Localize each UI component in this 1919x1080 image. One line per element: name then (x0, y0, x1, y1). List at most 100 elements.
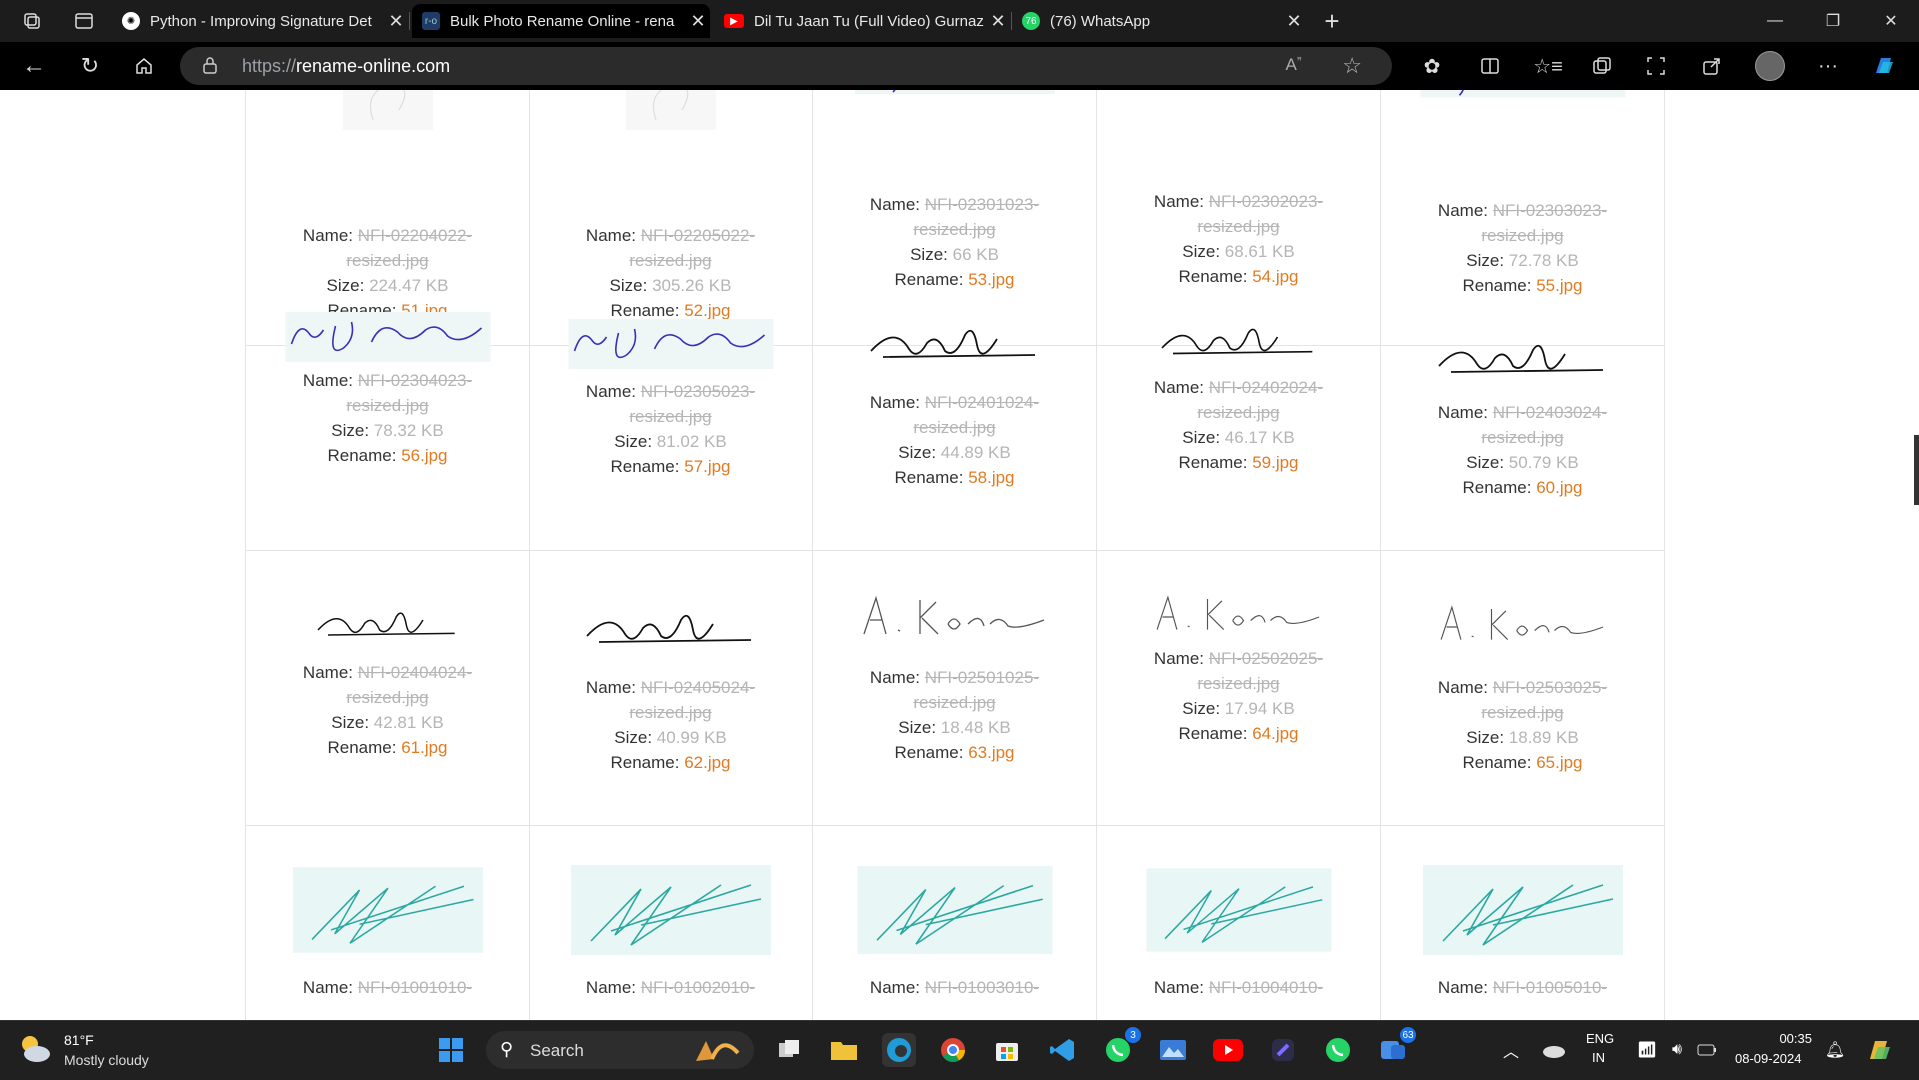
close-tab-icon[interactable]: ✕ (384, 11, 408, 32)
original-filename-cont: resized.jpg (346, 396, 429, 415)
notification-bell-icon[interactable]: 🔔︎ (1818, 1033, 1852, 1067)
original-filename: NFI-01001010- (357, 978, 473, 997)
file-size: 42.81 KB (373, 713, 444, 732)
start-button[interactable] (434, 1033, 468, 1067)
original-filename-cont: resized.jpg (1197, 217, 1280, 236)
lang-2[interactable]: IN (1592, 1050, 1605, 1065)
original-filename-cont: resized.jpg (913, 418, 996, 437)
teams-icon[interactable]: 63 (1376, 1027, 1416, 1067)
workspaces-icon[interactable] (14, 3, 50, 39)
clock-time[interactable]: 00:35 (1762, 1031, 1812, 1046)
vertical-tabs-icon[interactable] (66, 3, 102, 39)
original-filename: NFI-01002010- (640, 978, 756, 997)
file-card: Name: NFI-02404024- resized.jpg Size: 42.8… (245, 550, 530, 826)
signature-thumbnail (854, 90, 1055, 99)
file-card: Name: NFI-02501025- resized.jpg Size: 18.4… (813, 550, 1097, 826)
weather-widget[interactable] (18, 1033, 52, 1070)
wifi-icon[interactable]: 📶︎ (1630, 1033, 1664, 1067)
file-explorer-icon[interactable] (827, 1033, 861, 1067)
file-card: Name: NFI-02503025- resized.jpg Size: 18.8… (1381, 550, 1665, 826)
signature-thumbnail (857, 865, 1052, 960)
profile-avatar[interactable] (1752, 48, 1788, 84)
extensions-icon[interactable]: ✿ (1414, 48, 1450, 84)
whatsapp-taskbar-icon[interactable]: 3 (1101, 1027, 1141, 1067)
original-filename: NFI-02301023- (924, 195, 1040, 214)
task-view-icon[interactable] (772, 1033, 806, 1067)
favorites-icon[interactable]: ☆≡ (1530, 48, 1566, 84)
signature-thumbnail (1428, 600, 1618, 650)
show-hidden-icons[interactable]: ︿ (1494, 1033, 1528, 1067)
favorite-star-icon[interactable]: ☆ (1342, 53, 1362, 79)
photos-icon[interactable] (1156, 1033, 1190, 1067)
cloudy-moon-icon (22, 1036, 50, 1062)
signature-thumbnail (285, 312, 490, 367)
original-filename: NFI-02503025- (1492, 678, 1608, 697)
file-card: Name: NFI-01005010- (1381, 825, 1665, 1020)
lang-1[interactable]: ENG (1586, 1031, 1614, 1046)
collections-icon[interactable] (1584, 48, 1620, 84)
close-tab-icon[interactable]: ✕ (1282, 11, 1306, 32)
original-filename-cont: resized.jpg (913, 693, 996, 712)
taskbar: 81°F Mostly cloudy ⚲ Search 3 63 ︿ ENG I… (0, 1020, 1919, 1080)
file-meta: Name: NFI-01004010- (1153, 978, 1324, 997)
lock-icon[interactable] (202, 56, 218, 79)
new-filename: 60.jpg (1536, 478, 1583, 497)
search-label: Search (530, 1041, 584, 1060)
proton-vpn-icon[interactable] (1266, 1033, 1300, 1067)
back-icon[interactable]: ← (16, 48, 52, 84)
search-icon: ⚲ (500, 1039, 514, 1059)
taskbar-search[interactable]: ⚲ Search (486, 1031, 754, 1069)
chrome-icon[interactable] (936, 1033, 970, 1067)
new-tab-button[interactable]: + (1314, 3, 1350, 39)
file-size: 18.48 KB (940, 718, 1011, 737)
scrollbar-thumb[interactable] (1914, 435, 1919, 505)
file-card: Name: NFI-02405024- resized.jpg Size: 40.9… (529, 550, 813, 826)
home-icon[interactable] (126, 48, 162, 84)
new-filename: 62.jpg (684, 753, 731, 772)
volume-icon[interactable]: 🔊︎ (1660, 1033, 1694, 1067)
read-aloud-icon[interactable]: Aꟸ (1285, 55, 1302, 75)
tab-whatsapp[interactable]: 76 (76) WhatsApp ✕ (1012, 4, 1306, 38)
address-bar[interactable]: https://rename-online.com Aꟸ ☆ (180, 47, 1392, 85)
close-window-button[interactable]: ✕ (1862, 0, 1919, 42)
original-filename-cont: resized.jpg (629, 703, 712, 722)
split-screen-icon[interactable] (1472, 48, 1508, 84)
minimize-button[interactable]: — (1746, 0, 1804, 42)
whatsapp-icon: 76 (1022, 12, 1040, 30)
file-size: 81.02 KB (656, 432, 727, 451)
whatsapp-badge: 3 (1125, 1027, 1141, 1043)
onedrive-icon[interactable] (1536, 1033, 1570, 1067)
edge-icon[interactable] (882, 1033, 916, 1067)
refresh-icon[interactable]: ↻ (72, 48, 108, 84)
battery-icon[interactable] (1690, 1033, 1724, 1067)
close-tab-icon[interactable]: ✕ (686, 11, 710, 32)
youtube-taskbar-icon[interactable] (1211, 1033, 1245, 1067)
file-meta: Name: NFI-02304023- resized.jpg Size: 78.3… (302, 371, 473, 465)
file-card: Name: NFI-01002010- (529, 825, 813, 1020)
file-card: Name: NFI-02502025- resized.jpg Size: 17.9… (1097, 550, 1381, 826)
tab-title: Python - Improving Signature Det (150, 12, 372, 30)
tab-rename-online[interactable]: r-o Bulk Photo Rename Online - rena ✕ (412, 4, 710, 38)
signature-thumbnail (1433, 330, 1613, 395)
file-meta: Name: NFI-02405024- resized.jpg Size: 40.9… (585, 678, 756, 772)
close-tab-icon[interactable]: ✕ (986, 11, 1010, 32)
tab-youtube[interactable]: ▶ Dil Tu Jaan Tu (Full Video) Gurnaz ✕ (714, 4, 1012, 38)
new-filename: 59.jpg (1252, 453, 1299, 472)
more-options-icon[interactable]: ··· (1810, 48, 1846, 84)
store-badge: 63 (1400, 1027, 1416, 1043)
file-meta: Name: NFI-02402024- resized.jpg Size: 46.1… (1153, 378, 1324, 472)
restore-button[interactable]: ❐ (1804, 0, 1862, 42)
clock-date[interactable]: 08-09-2024 (1735, 1051, 1802, 1066)
original-filename-cont: resized.jpg (1481, 226, 1564, 245)
copilot-taskbar-icon[interactable] (1862, 1033, 1896, 1067)
microsoft-store-icon[interactable] (990, 1033, 1024, 1067)
original-filename-cont: resized.jpg (629, 407, 712, 426)
signature-thumbnail (298, 600, 478, 655)
vscode-icon[interactable] (1046, 1033, 1080, 1067)
share-icon[interactable] (1694, 48, 1730, 84)
tab-python[interactable]: ✺ Python - Improving Signature Det ✕ (112, 4, 410, 38)
original-filename: NFI-02304023- (357, 371, 473, 390)
screenshot-icon[interactable] (1638, 48, 1674, 84)
whatsapp-business-icon[interactable] (1321, 1033, 1355, 1067)
copilot-icon[interactable] (1866, 48, 1902, 84)
